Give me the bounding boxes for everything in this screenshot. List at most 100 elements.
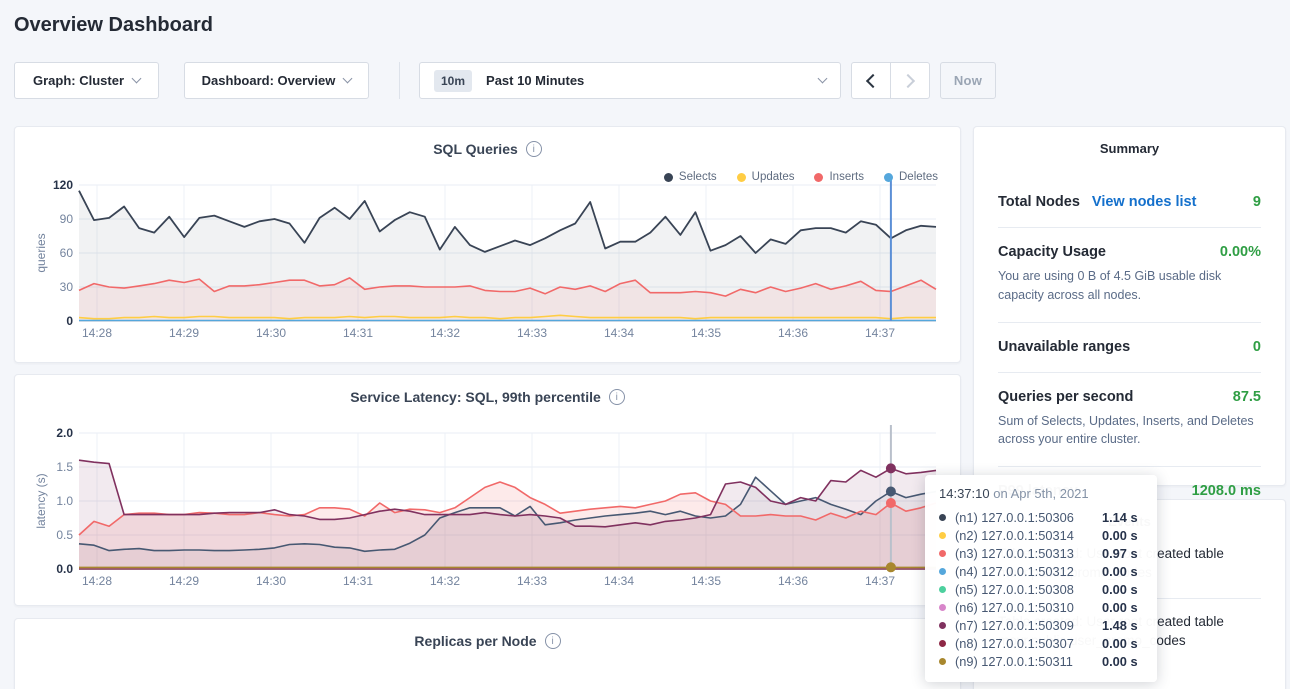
node-latency-value: 0.00 s xyxy=(1102,654,1138,669)
sql-queries-card: SQL Queries i SelectsUpdatesInsertsDelet… xyxy=(14,126,961,363)
replicas-per-node-card: Replicas per Node i xyxy=(14,618,961,689)
legend-color-dot xyxy=(814,173,823,182)
svg-text:14:32: 14:32 xyxy=(430,574,460,588)
legend-item[interactable]: Updates xyxy=(737,171,795,183)
view-nodes-list-link[interactable]: View nodes list xyxy=(1092,194,1197,210)
svg-text:90: 90 xyxy=(60,212,74,226)
node-address: (n2) 127.0.0.1:50314 xyxy=(955,528,1102,543)
svg-text:14:30: 14:30 xyxy=(256,574,286,588)
sql-queries-chart[interactable]: 14:2814:2914:3014:3114:3214:3314:3414:35… xyxy=(15,171,960,343)
chart-tooltip: 14:37:10 on Apr 5th, 2021 (n1) 127.0.0.1… xyxy=(925,475,1157,682)
svg-text:14:36: 14:36 xyxy=(778,574,808,588)
svg-text:14:29: 14:29 xyxy=(169,574,199,588)
svg-text:14:37: 14:37 xyxy=(865,326,895,340)
now-button[interactable]: Now xyxy=(940,62,996,99)
service-latency-chart[interactable]: 14:2814:2914:3014:3114:3214:3314:3414:35… xyxy=(15,419,960,591)
controls-bar: Graph: Cluster Dashboard: Overview 10m P… xyxy=(14,62,1290,99)
qps-description: Sum of Selects, Updates, Inserts, and De… xyxy=(998,412,1261,450)
svg-text:14:29: 14:29 xyxy=(169,326,199,340)
legend-label: Selects xyxy=(679,171,717,183)
time-prev-button[interactable] xyxy=(851,62,891,99)
node-address: (n3) 127.0.0.1:50313 xyxy=(955,546,1102,561)
chevron-down-icon xyxy=(818,74,828,84)
svg-text:30: 30 xyxy=(60,280,74,294)
chevron-right-icon xyxy=(901,73,915,87)
node-latency-value: 0.97 s xyxy=(1102,546,1138,561)
svg-text:0.0: 0.0 xyxy=(56,562,73,576)
time-next-button[interactable] xyxy=(890,62,930,99)
legend-item[interactable]: Selects xyxy=(664,171,717,183)
chevron-down-icon xyxy=(132,74,142,84)
capacity-usage-label: Capacity Usage xyxy=(998,244,1106,260)
info-icon[interactable]: i xyxy=(526,141,542,157)
tooltip-row: (n1) 127.0.0.1:503061.14 s xyxy=(939,508,1143,526)
tooltip-rows: (n1) 127.0.0.1:503061.14 s (n2) 127.0.0.1… xyxy=(939,508,1143,670)
node-address: (n5) 127.0.0.1:50308 xyxy=(955,582,1102,597)
svg-text:0: 0 xyxy=(66,314,73,328)
legend-label: Deletes xyxy=(899,171,938,183)
tooltip-row: (n5) 127.0.0.1:503080.00 s xyxy=(939,580,1143,598)
graph-dropdown[interactable]: Graph: Cluster xyxy=(14,62,159,99)
svg-text:1.0: 1.0 xyxy=(56,494,73,508)
node-color-dot xyxy=(939,622,946,629)
info-icon[interactable]: i xyxy=(609,389,625,405)
dashboard-dropdown[interactable]: Dashboard: Overview xyxy=(184,62,369,99)
svg-text:14:28: 14:28 xyxy=(82,326,112,340)
summary-panel: Summary Total Nodes View nodes list 9 Ca… xyxy=(973,126,1286,486)
svg-text:14:36: 14:36 xyxy=(778,326,808,340)
svg-text:14:34: 14:34 xyxy=(604,326,634,340)
time-range-badge: 10m xyxy=(434,70,472,92)
legend-label: Inserts xyxy=(829,171,864,183)
node-latency-value: 0.00 s xyxy=(1102,636,1138,651)
node-color-dot xyxy=(939,640,946,647)
svg-text:60: 60 xyxy=(60,246,74,260)
tooltip-row: (n4) 127.0.0.1:503120.00 s xyxy=(939,562,1143,580)
time-range-label: Past 10 Minutes xyxy=(486,73,584,88)
node-color-dot xyxy=(939,514,946,521)
svg-text:14:35: 14:35 xyxy=(691,574,721,588)
charts-column: SQL Queries i SelectsUpdatesInsertsDelet… xyxy=(14,126,961,689)
info-icon[interactable]: i xyxy=(545,633,561,649)
node-color-dot xyxy=(939,586,946,593)
tooltip-row: (n7) 127.0.0.1:503091.48 s xyxy=(939,616,1143,634)
node-latency-value: 0.00 s xyxy=(1102,600,1138,615)
time-range-selector[interactable]: 10m Past 10 Minutes xyxy=(419,62,841,99)
node-address: (n1) 127.0.0.1:50306 xyxy=(955,510,1102,525)
replicas-per-node-title: Replicas per Node xyxy=(414,633,536,649)
node-latency-value: 1.48 s xyxy=(1102,618,1138,633)
unavailable-ranges-label: Unavailable ranges xyxy=(998,339,1130,355)
svg-text:14:28: 14:28 xyxy=(82,574,112,588)
node-latency-value: 0.00 s xyxy=(1102,582,1138,597)
svg-text:120: 120 xyxy=(53,178,73,192)
graph-dropdown-label: Graph: Cluster xyxy=(33,73,124,88)
legend-item[interactable]: Inserts xyxy=(814,171,864,183)
summary-row-unavailable-ranges: Unavailable ranges 0 xyxy=(998,323,1261,373)
tooltip-date: on Apr 5th, 2021 xyxy=(993,486,1088,501)
tooltip-time: 14:37:10 xyxy=(939,486,990,501)
legend-item[interactable]: Deletes xyxy=(884,171,938,183)
chevron-left-icon xyxy=(866,73,880,87)
node-color-dot xyxy=(939,532,946,539)
sql-queries-legend: Selects Updates Inserts Deletes xyxy=(664,171,938,183)
capacity-usage-value: 0.00% xyxy=(1220,244,1261,260)
summary-row-total-nodes: Total Nodes View nodes list 9 xyxy=(998,178,1261,228)
svg-text:14:32: 14:32 xyxy=(430,326,460,340)
node-address: (n9) 127.0.0.1:50311 xyxy=(955,654,1102,669)
svg-text:14:31: 14:31 xyxy=(343,574,373,588)
node-color-dot xyxy=(939,658,946,665)
svg-text:14:33: 14:33 xyxy=(517,326,547,340)
node-latency-value: 0.00 s xyxy=(1102,564,1138,579)
node-color-dot xyxy=(939,604,946,611)
node-address: (n8) 127.0.0.1:50307 xyxy=(955,636,1102,651)
unavailable-ranges-value: 0 xyxy=(1253,339,1261,355)
svg-text:latency (s): latency (s) xyxy=(34,473,48,528)
svg-text:1.5: 1.5 xyxy=(56,460,73,474)
svg-text:0.5: 0.5 xyxy=(56,528,73,542)
tooltip-row: (n8) 127.0.0.1:503070.00 s xyxy=(939,634,1143,652)
svg-text:14:37: 14:37 xyxy=(865,574,895,588)
tooltip-row: (n6) 127.0.0.1:503100.00 s xyxy=(939,598,1143,616)
node-latency-value: 0.00 s xyxy=(1102,528,1138,543)
node-address: (n6) 127.0.0.1:50310 xyxy=(955,600,1102,615)
tooltip-row: (n3) 127.0.0.1:503130.97 s xyxy=(939,544,1143,562)
svg-text:14:33: 14:33 xyxy=(517,574,547,588)
